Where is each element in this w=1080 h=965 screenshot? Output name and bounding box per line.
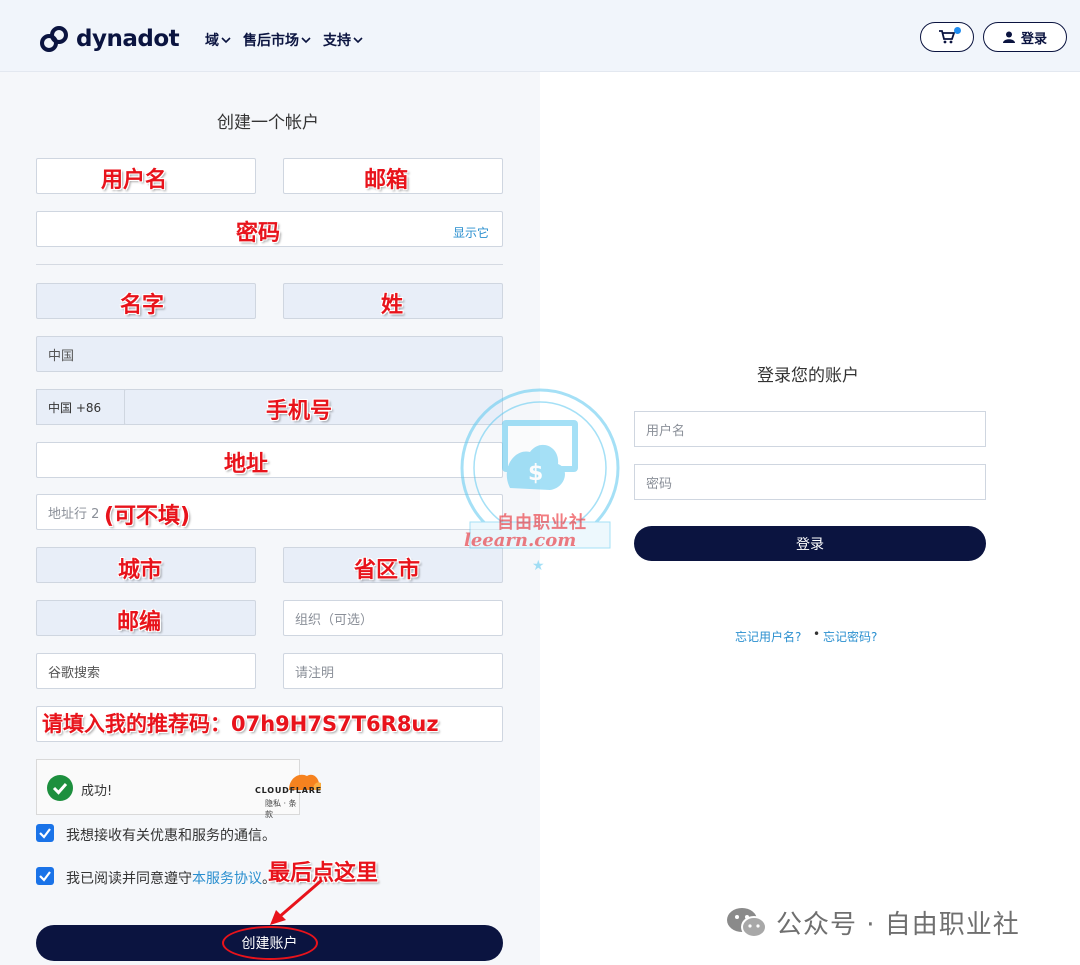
login-submit-label: 登录 [796, 536, 824, 553]
address2-placeholder: 地址行 2 [48, 506, 100, 522]
referral-note-input[interactable]: 请注明 [283, 653, 503, 689]
dynadot-logo-icon [40, 26, 68, 52]
chevron-down-icon [221, 37, 231, 44]
chevron-down-icon [353, 37, 363, 44]
organization-placeholder: 组织（可选） [295, 612, 374, 628]
cart-button[interactable] [920, 22, 974, 52]
annotation-address: 地址 [224, 452, 269, 477]
watermark-line2: leearn.com [464, 530, 577, 551]
dynadot-logo[interactable]: dynadot [38, 22, 180, 56]
svg-text:$: $ [528, 461, 543, 486]
login-password-input[interactable]: 密码 [634, 464, 986, 500]
wechat-text: 公众号 · 自由职业社 [776, 910, 1020, 940]
opt-in-label: 我想接收有关优惠和服务的通信。 [66, 828, 276, 844]
referral-note-placeholder: 请注明 [295, 665, 335, 681]
nav-support[interactable]: 支持 [323, 30, 363, 50]
forgot-separator: • [813, 627, 821, 641]
country-select[interactable]: 中国 [36, 336, 503, 372]
login-username-input[interactable]: 用户名 [634, 411, 986, 447]
nav-domains-label: 域 [205, 33, 219, 49]
main-nav: 域 售后市场 支持 [205, 30, 363, 50]
country-value: 中国 [48, 348, 75, 364]
address-input[interactable] [36, 442, 503, 478]
nav-aftermarket[interactable]: 售后市场 [243, 30, 311, 50]
tos-prefix: 我已阅读并同意遵守 [66, 871, 192, 887]
cloudflare-captcha[interactable]: 成功! CLOUDFLARE 隐私 · 条款 [36, 759, 321, 819]
annotation-circle [222, 926, 318, 960]
organization-input[interactable]: 组织（可选） [283, 600, 503, 636]
captcha-status: 成功! [81, 784, 113, 799]
referral-source-select[interactable]: 谷歌搜索 [36, 653, 256, 689]
cart-icon [939, 30, 955, 44]
annotation-referral-code: 请填入我的推荐码：07h9H7S7T6R8uz [42, 712, 439, 736]
referral-source-value: 谷歌搜索 [48, 665, 101, 681]
annotation-email: 邮箱 [364, 168, 409, 193]
annotation-city: 城市 [118, 558, 163, 583]
nav-domains[interactable]: 域 [205, 30, 231, 50]
brand-name: dynadot [76, 26, 180, 52]
annotation-first-name: 名字 [120, 293, 165, 318]
annotation-zip: 邮编 [117, 610, 162, 635]
register-title: 创建一个帐户 [217, 113, 319, 133]
checkmark-icon [39, 828, 51, 839]
header-login-button[interactable]: 登录 [983, 22, 1067, 52]
show-password-link[interactable]: 显示它 [453, 224, 489, 241]
captcha-success-icon [47, 775, 73, 801]
captcha-links[interactable]: 隐私 · 条款 [265, 798, 299, 820]
checkmark-icon [39, 871, 51, 882]
svg-text:★: ★ [532, 558, 545, 574]
login-password-placeholder: 密码 [646, 476, 673, 492]
annotation-arrow [270, 878, 323, 925]
cart-badge-dot [954, 27, 961, 34]
annotation-last-name: 姓 [381, 293, 404, 318]
annotation-state: 省区市 [354, 558, 421, 583]
nav-aftermarket-label: 售后市场 [243, 33, 299, 49]
login-username-placeholder: 用户名 [646, 423, 686, 439]
user-icon [1002, 31, 1015, 43]
annotation-password: 密码 [236, 221, 281, 246]
annotation-address2: (可不填) [104, 504, 191, 529]
wechat-icon [727, 907, 767, 938]
phone-prefix-value: 中国 +86 [48, 400, 102, 415]
cloudflare-brand: CLOUDFLARE [255, 786, 322, 795]
tos-checkbox[interactable] [36, 867, 54, 885]
annotation-phone: 手机号 [266, 399, 333, 424]
nav-support-label: 支持 [323, 33, 351, 49]
annotation-username: 用户名 [101, 168, 168, 193]
tos-label: 我已阅读并同意遵守本服务协议。 [66, 868, 276, 888]
tos-link[interactable]: 本服务协议 [192, 871, 262, 887]
forgot-username-link[interactable]: 忘记用户名? [735, 628, 801, 645]
opt-in-checkbox[interactable] [36, 824, 54, 842]
wechat-watermark: 公众号 · 自由职业社 [726, 904, 1020, 941]
form-divider [36, 264, 503, 265]
phone-country-code-select[interactable]: 中国 +86 [36, 389, 125, 425]
top-header: dynadot 域 售后市场 支持 登录 [0, 0, 1080, 72]
chevron-down-icon [301, 37, 311, 44]
login-title: 登录您的账户 [757, 366, 859, 386]
login-submit-button[interactable]: 登录 [634, 526, 986, 561]
forgot-password-link[interactable]: 忘记密码? [823, 628, 877, 645]
header-login-label: 登录 [1020, 31, 1047, 47]
